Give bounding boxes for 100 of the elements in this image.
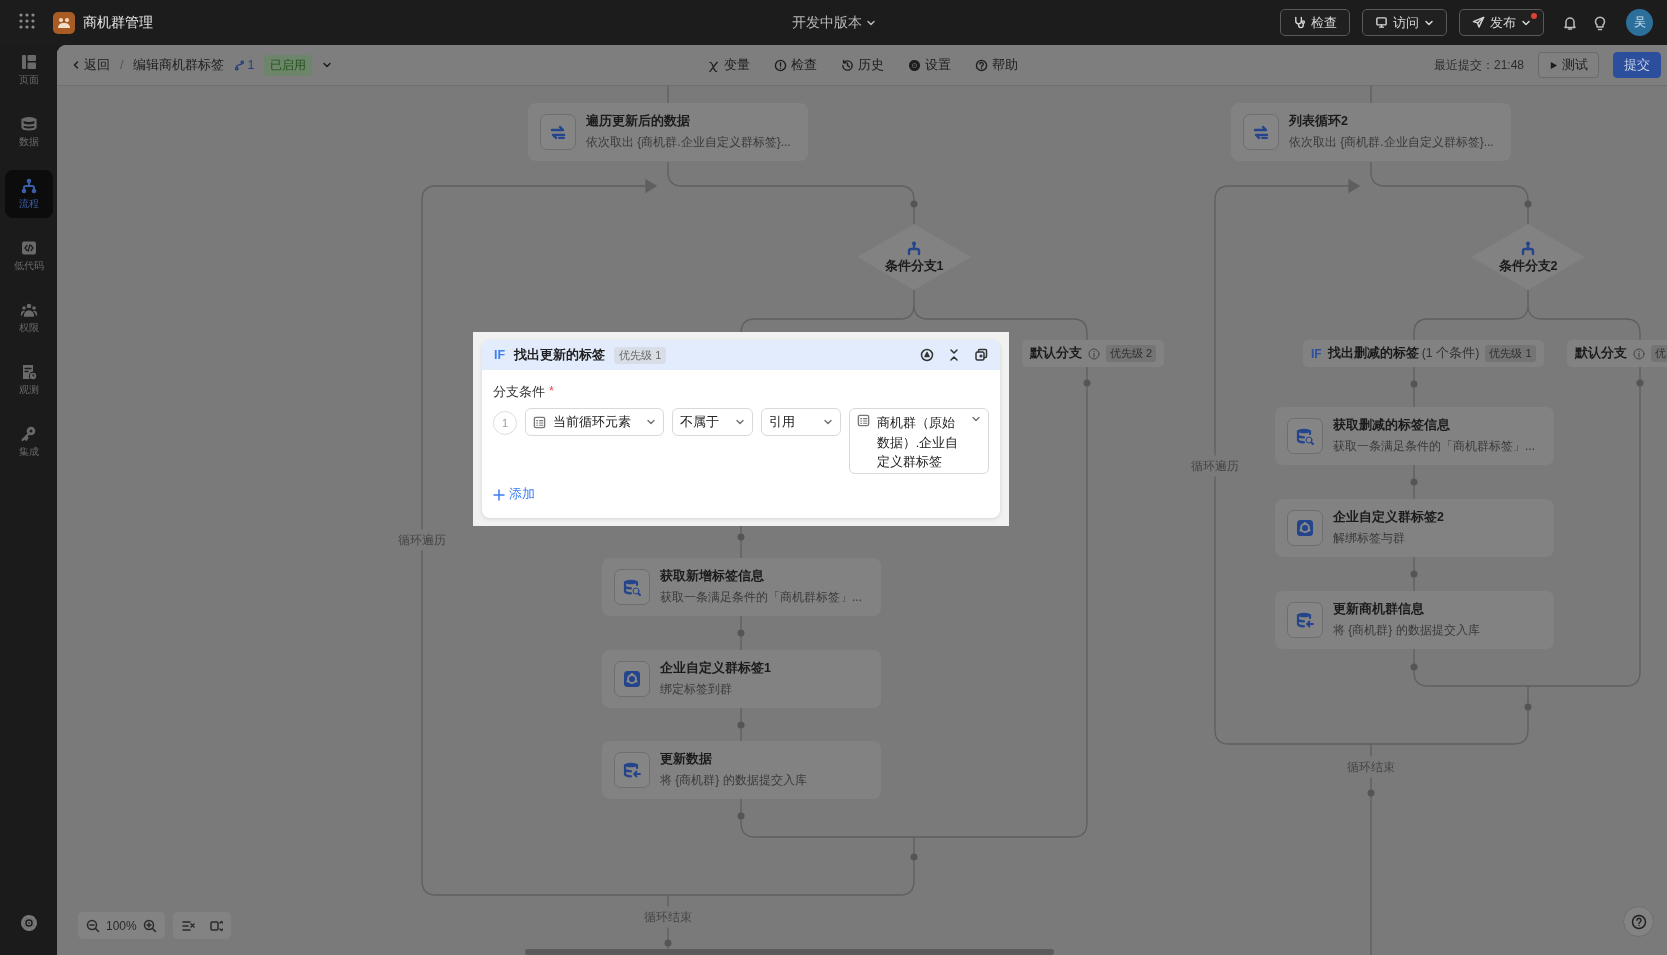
user-avatar[interactable]: 吴	[1626, 9, 1653, 36]
sidebar-item[interactable]: 页面	[4, 46, 53, 94]
help-icon	[1630, 913, 1647, 930]
sidebar-item[interactable]: 集成	[4, 418, 53, 466]
connector-dot	[1636, 379, 1644, 387]
node-title: 列表循环2	[1289, 113, 1349, 130]
toolbar-button[interactable]: 历史	[840, 56, 884, 74]
help-button[interactable]	[1623, 906, 1654, 937]
connector-dot	[1410, 478, 1418, 486]
collapse-icon	[948, 348, 960, 362]
condition-branch-node[interactable]: 条件分支1	[857, 224, 971, 290]
update-node-icon	[1287, 602, 1323, 638]
sidebar-item[interactable]: 观测	[4, 356, 53, 404]
flow-node[interactable]: 遍历更新后的数据 依次取出 {商机群.企业自定义群标签}...	[528, 103, 808, 161]
connector-dot	[1410, 570, 1418, 578]
node-title: 获取新增标签信息	[660, 568, 765, 585]
node-description: 解绑标签与群	[1333, 530, 1406, 547]
sidebar-item[interactable]: 数据	[4, 108, 53, 156]
operator-select[interactable]: 不属于	[672, 408, 753, 436]
condition-branch-node[interactable]: 条件分支2	[1471, 224, 1585, 290]
branch-title: 默认分支	[1030, 345, 1082, 362]
copy-icon	[974, 348, 988, 362]
connector-dot	[737, 812, 745, 820]
connector-dot	[664, 939, 672, 947]
connector-dot	[1410, 380, 1418, 388]
branch-chip[interactable]: 默认分支 优	[1567, 340, 1667, 367]
branch-chip[interactable]: IF 找出删减的标签 (1 个条件) 优先级 1	[1303, 340, 1544, 367]
horizontal-scrollbar[interactable]	[525, 949, 1054, 955]
connector-dot	[1524, 200, 1532, 208]
loop-node-icon	[1243, 114, 1279, 150]
toolbar-button[interactable]: 检查	[1280, 9, 1350, 36]
version-tag: 1	[234, 58, 255, 72]
branch-title: 找出更新的标签	[514, 346, 606, 364]
node-title: 企业自定义群标签1	[660, 660, 771, 677]
plus-icon	[493, 488, 505, 501]
right-operand-select[interactable]: 商机群（原始数据）.企业自定义群标签	[848, 408, 989, 474]
node-description: 将 {商机群} 的数据提交入库	[1333, 622, 1480, 639]
connector-dot	[737, 533, 745, 541]
zoom-in-icon	[142, 918, 157, 933]
nav-icon	[19, 53, 38, 71]
toolbar-button[interactable]: 访问	[1362, 9, 1447, 36]
toolbar-button[interactable]: 变量	[706, 56, 750, 74]
chevron-down-icon	[971, 414, 981, 424]
sidebar-item[interactable]: 低代码	[4, 232, 53, 280]
notification-dot	[1531, 13, 1537, 19]
lightbulb-icon	[1592, 14, 1608, 31]
version-dropdown[interactable]: 开发中版本	[791, 13, 876, 32]
nav-icon	[19, 301, 38, 319]
chevron-down-icon	[735, 417, 745, 427]
node-title: 更新商机群信息	[1333, 601, 1425, 618]
flow-node[interactable]: 列表循环2 依次取出 {商机群.企业自定义群标签}...	[1231, 103, 1511, 161]
flow-node[interactable]: 企业自定义群标签2 解绑标签与群	[1275, 499, 1554, 557]
zoom-out-icon	[86, 918, 100, 933]
branch-chip[interactable]: 默认分支 优先级 2	[1022, 340, 1165, 367]
last-commit-time: 最近提交：21:48	[1433, 56, 1524, 74]
back-link[interactable]: 返回	[71, 56, 110, 74]
nav-icon	[19, 177, 38, 195]
toolbar-button[interactable]: 检查	[773, 56, 817, 74]
query-node-icon	[614, 569, 650, 605]
stethoscope-icon	[1293, 16, 1306, 29]
toolbar-button[interactable]: 帮助	[974, 56, 1018, 74]
flow-name: 编辑商机群标签	[133, 56, 225, 74]
branch-icon	[1520, 239, 1536, 256]
info-icon	[1088, 347, 1100, 360]
toolbar-button[interactable]: 设置	[907, 56, 951, 74]
test-button[interactable]: 测试	[1538, 52, 1599, 78]
priority-tag: 优	[1651, 345, 1667, 362]
caret-icon	[322, 60, 333, 70]
left-operand-select[interactable]: 当前循环元素	[525, 408, 665, 436]
branch-title: 条件分支1	[884, 257, 944, 275]
branch-icon	[234, 59, 246, 71]
branch-icon	[906, 239, 922, 256]
chevron-down-icon	[646, 417, 657, 427]
connector-dot	[737, 721, 745, 729]
if-tag: IF	[494, 348, 506, 362]
flow-node[interactable]: 企业自定义群标签1 绑定标签到群	[602, 650, 881, 708]
zoom-level: 100%	[106, 918, 137, 933]
loop-node-icon	[540, 114, 576, 150]
flow-node[interactable]: 更新商机群信息 将 {商机群} 的数据提交入库	[1275, 591, 1554, 649]
priority-tag: 优先级 2	[1106, 345, 1157, 362]
auto-layout-icon	[181, 918, 195, 933]
toolbar-button[interactable]: 发布	[1459, 9, 1544, 36]
tool-icon	[974, 58, 988, 72]
required-mark: *	[549, 384, 554, 400]
submit-button[interactable]: 提交	[1613, 52, 1661, 78]
sidebar-item[interactable]: 流程	[4, 170, 53, 218]
value-type-select[interactable]: 引用	[761, 408, 841, 436]
play-icon	[1549, 60, 1558, 70]
field-label: 分支条件	[493, 384, 545, 401]
condition-count: (1 个条件)	[1421, 345, 1480, 362]
add-condition-button[interactable]: 添加	[493, 486, 535, 503]
connector-dot	[1367, 789, 1375, 797]
node-title: 企业自定义群标签2	[1333, 509, 1444, 526]
flow-node[interactable]: 更新数据 将 {商机群} 的数据提交入库	[602, 741, 881, 799]
node-description: 绑定标签到群	[660, 681, 733, 698]
sidebar-item[interactable]: 权限	[4, 294, 53, 342]
fit-view-icon	[209, 918, 223, 933]
connector-node-icon	[1287, 510, 1323, 546]
tool-icon	[773, 58, 787, 72]
priority-tag: 优先级 1	[1485, 345, 1536, 362]
